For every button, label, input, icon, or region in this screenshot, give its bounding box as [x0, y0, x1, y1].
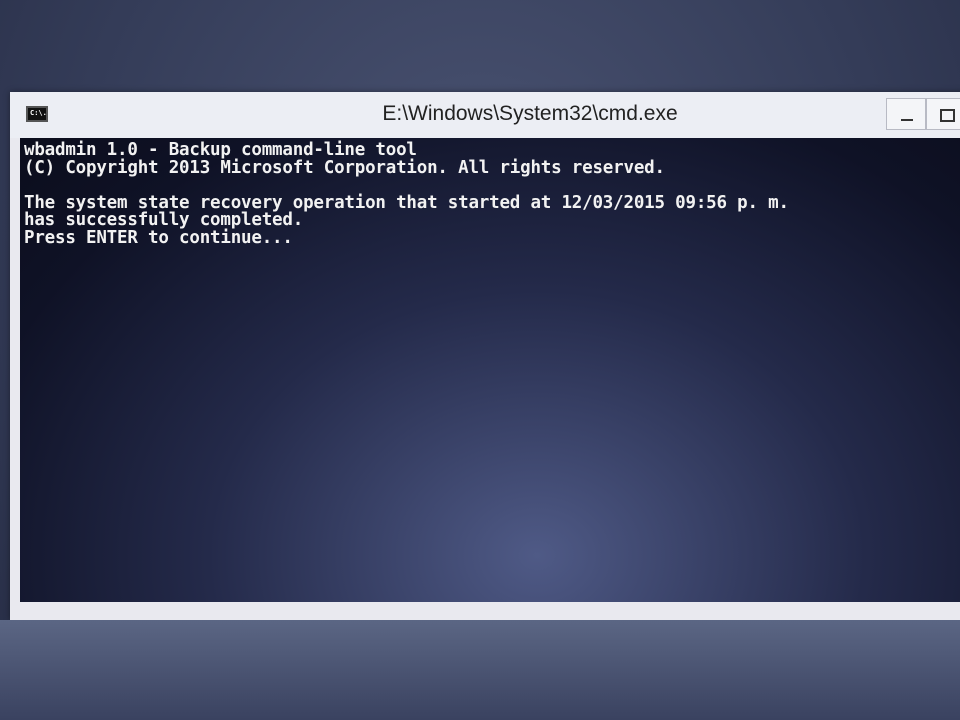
console-line: Press ENTER to continue...	[24, 227, 293, 248]
minimize-button[interactable]	[886, 98, 926, 130]
monitor-bezel	[0, 620, 960, 720]
cmd-window[interactable]: C:\. E:\Windows\System32\cmd.exe wbadmin…	[10, 92, 960, 620]
window-title: E:\Windows\System32\cmd.exe	[382, 102, 678, 125]
console-line: has successfully completed.	[24, 210, 304, 230]
console-line: (C) Copyright 2013 Microsoft Corporation…	[24, 157, 665, 178]
console-lines: wbadmin 1.0 - Backup command-line tool (…	[24, 140, 789, 248]
console-line: wbadmin 1.0 - Backup command-line tool	[24, 140, 417, 160]
console-output-area[interactable]: wbadmin 1.0 - Backup command-line tool (…	[20, 138, 960, 602]
maximize-button[interactable]	[926, 98, 960, 130]
title-bar[interactable]: C:\. E:\Windows\System32\cmd.exe	[10, 92, 960, 138]
